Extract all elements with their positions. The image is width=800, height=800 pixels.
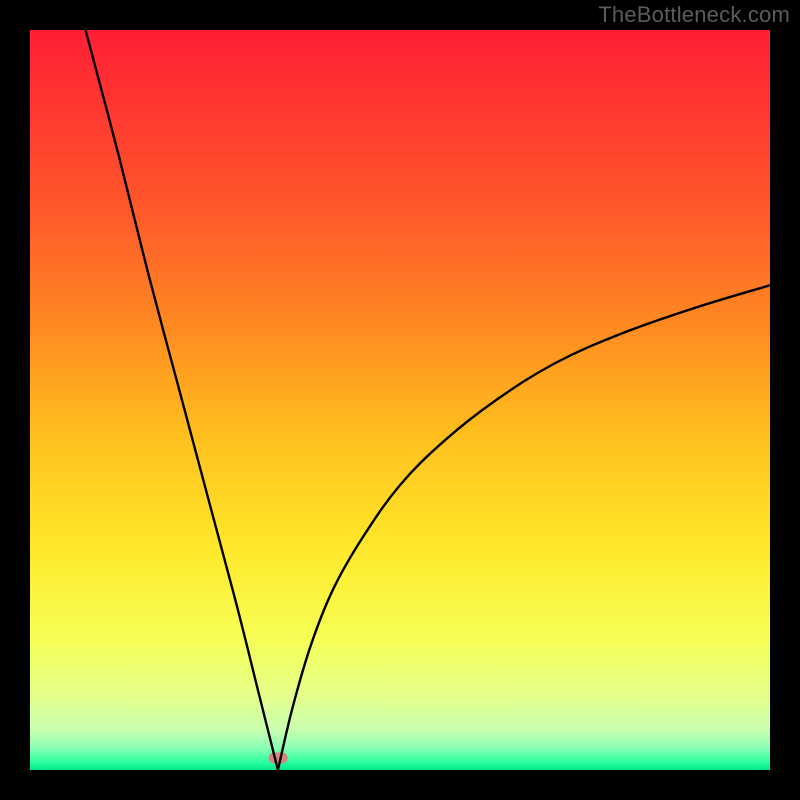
curve-left-branch [86, 30, 278, 770]
chart-frame: TheBottleneck.com [0, 0, 800, 800]
bottleneck-curve [30, 30, 770, 770]
plot-area [30, 30, 770, 770]
watermark-text: TheBottleneck.com [598, 2, 790, 28]
curve-right-branch [278, 285, 770, 770]
